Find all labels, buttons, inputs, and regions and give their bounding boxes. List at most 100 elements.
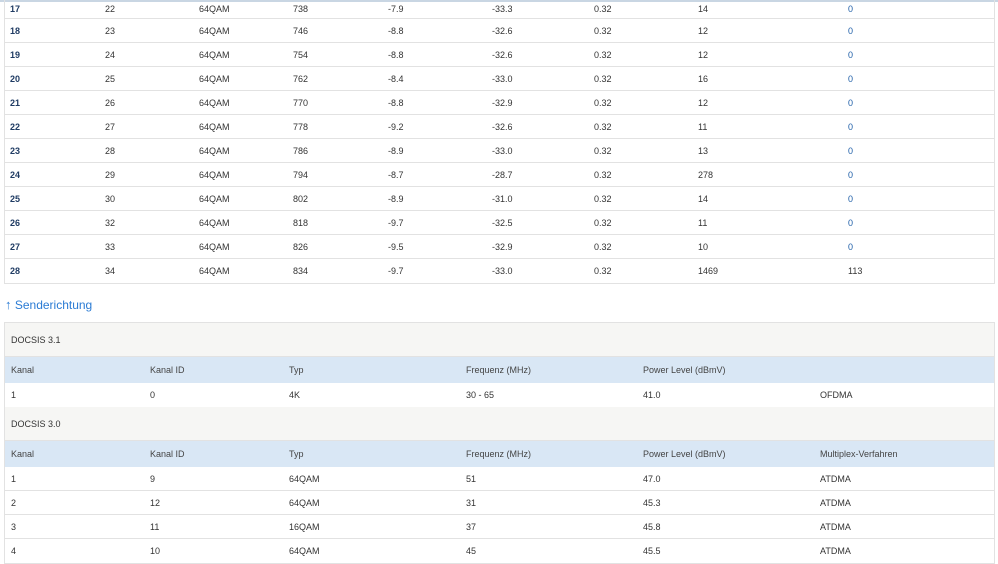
table-cell: 29: [105, 169, 116, 180]
table-cell: 51: [466, 473, 477, 484]
table-cell: 12: [150, 497, 161, 508]
table-cell: 786: [293, 145, 309, 156]
table-cell: 778: [293, 121, 309, 132]
table-cell: 0: [848, 97, 854, 108]
table-cell: 64QAM: [199, 97, 230, 108]
table-cell: 794: [293, 169, 309, 180]
table-cell: 25: [10, 193, 21, 204]
table-cell: 0.32: [594, 73, 612, 84]
table-cell: 64QAM: [199, 4, 230, 14]
table-cell: 19: [10, 49, 21, 60]
arrow-up-icon: ↑: [5, 297, 12, 312]
table-cell: 4K: [289, 390, 301, 400]
table-cell: 0: [848, 145, 854, 156]
table-cell: 37: [466, 521, 477, 532]
table-cell: 24: [105, 49, 116, 60]
table-cell: 113: [848, 266, 863, 276]
table-cell: 1: [11, 390, 17, 400]
table-row: 24 29 64QAM 794 -8.7 -28.7 0.32 278 0: [5, 163, 994, 187]
table-cell: 14: [698, 193, 709, 204]
table-cell: 64QAM: [199, 121, 230, 132]
table-row: 26 32 64QAM 818 -9.7 -32.5 0.32 11 0: [5, 211, 994, 235]
docsis30-column-headers: Kanal Kanal ID Typ Frequenz (MHz) Power Leve…: [5, 441, 994, 467]
table-cell: 64QAM: [289, 546, 320, 556]
table-cell: 11: [698, 121, 708, 132]
table-row: 27 33 64QAM 826 -9.5 -32.9 0.32 10 0: [5, 235, 994, 259]
table-cell: 18: [10, 25, 21, 36]
table-cell: 23: [105, 25, 116, 36]
table-cell: 17: [10, 4, 21, 14]
table-cell: 0.32: [594, 97, 612, 108]
table-row: 22 27 64QAM 778 -9.2 -32.6 0.32 11 0: [5, 115, 994, 139]
table-cell: 0.32: [594, 49, 612, 60]
table-cell: 45.3: [643, 497, 661, 508]
table-cell: -31.0: [492, 193, 513, 204]
table-cell: -9.2: [388, 121, 404, 132]
table-cell: 47.0: [643, 473, 661, 484]
table-cell: 33: [105, 241, 116, 252]
table-cell: 0: [848, 73, 854, 84]
table-cell: 27: [10, 241, 21, 252]
table-cell: 34: [105, 266, 116, 276]
table-cell: 0.32: [594, 169, 612, 180]
table-cell: 12: [698, 49, 709, 60]
table-cell: -32.6: [492, 25, 513, 36]
table-cell: 64QAM: [199, 241, 230, 252]
upstream-table: DOCSIS 3.1 Kanal Kanal ID Typ Frequenz (MHz…: [4, 322, 995, 564]
table-cell: 45.8: [643, 521, 661, 532]
table-cell: 0.32: [594, 25, 612, 36]
table-cell: 64QAM: [199, 145, 230, 156]
table-row: 2 12 64QAM 31 45.3 ATDMA: [5, 491, 994, 515]
column-header: Power Level (dBmV): [643, 365, 726, 375]
table-cell: 32: [105, 217, 116, 228]
table-cell: 41.0: [643, 390, 661, 400]
table-cell: 64QAM: [289, 473, 320, 484]
table-cell: 0: [848, 121, 854, 132]
table-cell: 762: [293, 73, 309, 84]
table-cell: -33.0: [492, 73, 513, 84]
column-header: Kanal: [11, 449, 35, 459]
column-header: Kanal: [11, 365, 35, 375]
table-cell: -8.9: [388, 145, 404, 156]
table-cell: 64QAM: [199, 193, 230, 204]
table-cell: 45.5: [643, 546, 661, 556]
table-row: 18 23 64QAM 746 -8.8 -32.6 0.32 12 0: [5, 19, 994, 43]
table-cell: 12: [698, 25, 709, 36]
docsis31-label: DOCSIS 3.1: [11, 334, 61, 345]
table-cell: 9: [150, 473, 156, 484]
docsis30-rows: 1 9 64QAM 51 47.0 ATDMA 2 12 64QAM 31 45.3 ATDMA 3 11…: [5, 467, 994, 563]
table-cell: -32.6: [492, 121, 513, 132]
table-cell: 30 - 65: [466, 390, 495, 400]
table-cell: 0: [848, 169, 854, 180]
column-header: Frequenz (MHz): [466, 365, 532, 375]
table-cell: 0: [848, 25, 854, 36]
table-cell: 25: [105, 73, 116, 84]
table-cell: ATDMA: [820, 546, 851, 556]
table-cell: -8.7: [388, 169, 404, 180]
docsis31-group-header: DOCSIS 3.1: [5, 323, 994, 357]
table-cell: 10: [698, 241, 709, 252]
table-cell: 11: [698, 217, 708, 228]
upstream-section-heading[interactable]: ↑ Senderichtung: [5, 297, 92, 312]
table-cell: 0.32: [594, 217, 612, 228]
table-cell: 4: [11, 546, 17, 556]
table-cell: 0.32: [594, 121, 612, 132]
table-cell: 0.32: [594, 145, 612, 156]
table-cell: 0.32: [594, 241, 612, 252]
column-header: Frequenz (MHz): [466, 449, 532, 459]
column-header: Typ: [289, 449, 304, 459]
table-cell: 770: [293, 97, 309, 108]
table-cell: 28: [105, 145, 116, 156]
table-cell: 0.32: [594, 266, 612, 276]
table-row: 21 26 64QAM 770 -8.8 -32.9 0.32 12 0: [5, 91, 994, 115]
table-cell: 834: [293, 266, 309, 276]
table-cell: 746: [293, 25, 309, 36]
table-cell: -8.4: [388, 73, 404, 84]
table-row: 3 11 16QAM 37 45.8 ATDMA: [5, 515, 994, 539]
table-cell: -8.8: [388, 25, 404, 36]
table-cell: ATDMA: [820, 497, 851, 508]
table-cell: 0.32: [594, 4, 612, 14]
table-cell: -8.9: [388, 193, 404, 204]
table-cell: 0: [150, 390, 156, 400]
table-cell: 26: [10, 217, 21, 228]
